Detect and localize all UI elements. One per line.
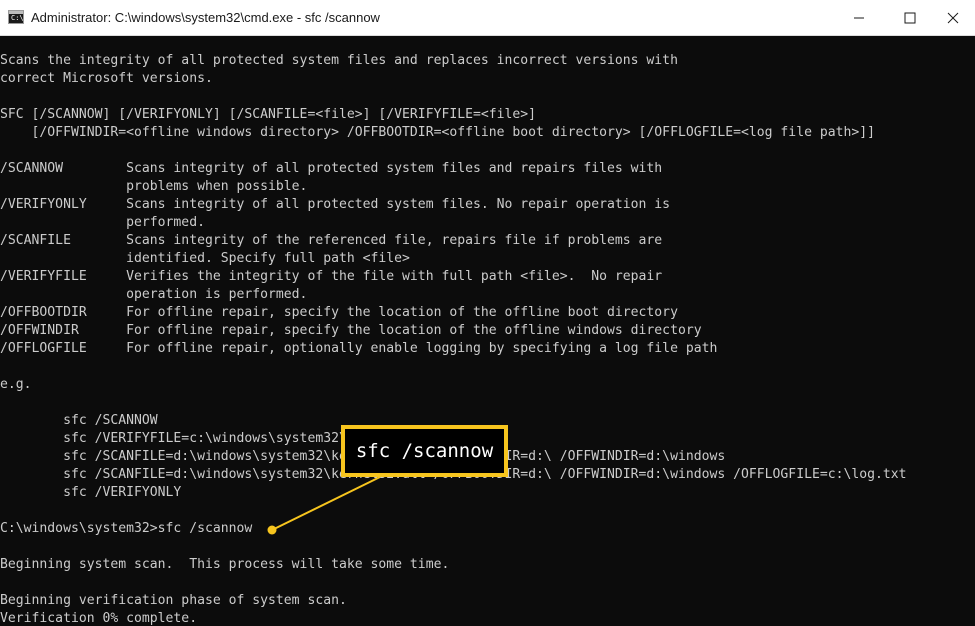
console-line: /SCANNOW Scans integrity of all protecte… bbox=[0, 161, 663, 176]
console-line: Verification 0% complete. bbox=[0, 611, 198, 626]
title-bar[interactable]: C:\ Administrator: C:\windows\system32\c… bbox=[0, 0, 975, 36]
console-line: Beginning system scan. This process will… bbox=[0, 557, 450, 572]
cmd-icon[interactable]: C:\ bbox=[8, 10, 24, 24]
console-line: /VERIFYONLY Scans integrity of all prote… bbox=[0, 197, 671, 212]
console-line: identified. Specify full path <file> bbox=[0, 251, 410, 266]
console-line: e.g. bbox=[0, 377, 32, 392]
minimize-icon bbox=[854, 17, 864, 18]
console-output[interactable]: Scans the integrity of all protected sys… bbox=[0, 36, 975, 626]
console-line: [/OFFWINDIR=<offline windows directory> … bbox=[0, 125, 876, 140]
cmd-window: C:\ Administrator: C:\windows\system32\c… bbox=[0, 0, 975, 626]
console-line: /OFFBOOTDIR For offline repair, specify … bbox=[0, 305, 678, 320]
close-icon bbox=[947, 12, 958, 23]
console-line: C:\windows\system32>sfc /scannow bbox=[0, 521, 253, 536]
console-line: operation is performed. bbox=[0, 287, 308, 302]
console-line: problems when possible. bbox=[0, 179, 308, 194]
maximize-icon bbox=[904, 12, 916, 23]
console-line: /VERIFYFILE Verifies the integrity of th… bbox=[0, 269, 663, 284]
console-line: SFC [/SCANNOW] [/VERIFYONLY] [/SCANFILE=… bbox=[0, 107, 537, 122]
minimize-button[interactable] bbox=[836, 0, 882, 35]
close-button[interactable] bbox=[930, 0, 975, 35]
callout-label: sfc /scannow bbox=[355, 440, 494, 462]
window-title: Administrator: C:\windows\system32\cmd.e… bbox=[31, 10, 380, 25]
console-line: Beginning verification phase of system s… bbox=[0, 593, 347, 608]
maximize-button[interactable] bbox=[887, 0, 933, 35]
console-line: /OFFLOGFILE For offline repair, optional… bbox=[0, 341, 718, 356]
console-lines: Scans the integrity of all protected sys… bbox=[0, 52, 907, 626]
console-line: /OFFWINDIR For offline repair, specify t… bbox=[0, 323, 702, 338]
callout-box: sfc /scannow bbox=[341, 425, 508, 477]
console-line: Scans the integrity of all protected sys… bbox=[0, 53, 678, 68]
console-line: performed. bbox=[0, 215, 205, 230]
console-line: /SCANFILE Scans integrity of the referen… bbox=[0, 233, 663, 248]
console-line: correct Microsoft versions. bbox=[0, 71, 213, 86]
console-line: sfc /VERIFYONLY bbox=[0, 485, 182, 500]
